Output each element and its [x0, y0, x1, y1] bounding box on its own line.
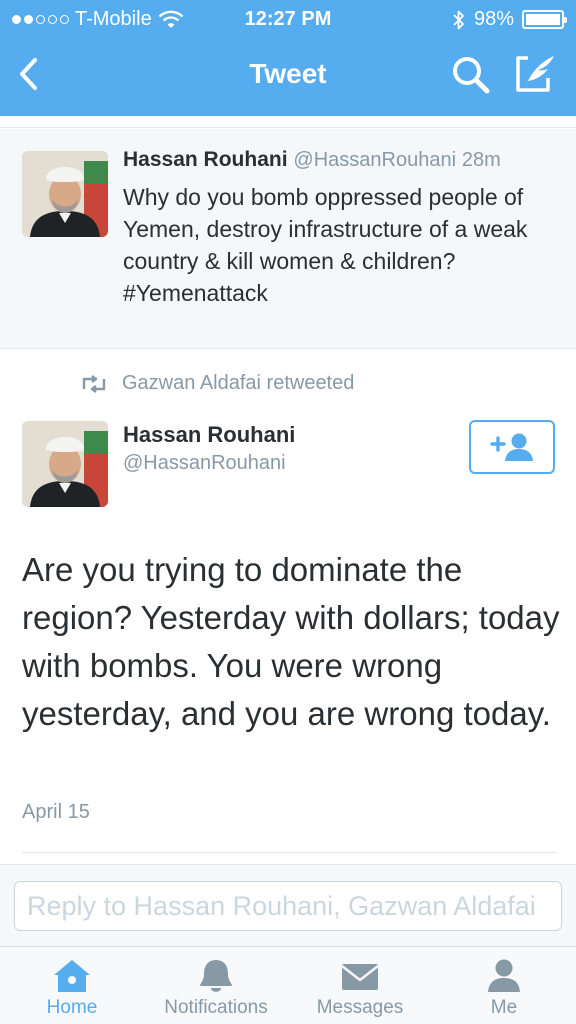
status-bar: T-Mobile 12:27 PM 98%	[0, 0, 576, 38]
reply-input[interactable]	[14, 881, 562, 931]
retweet-context: Gazwan Aldafai retweeted	[80, 372, 354, 395]
tab-label: Me	[490, 997, 518, 1018]
reply-bar	[0, 864, 576, 946]
author-name[interactable]: Hassan Rouhani	[123, 148, 288, 171]
top-bar: T-Mobile 12:27 PM 98% Tweet	[0, 0, 576, 116]
author-name[interactable]: Hassan Rouhani	[123, 422, 295, 448]
battery-percent: 98%	[473, 8, 514, 30]
search-icon[interactable]	[450, 54, 492, 96]
tweet-text: Why do you bomb oppressed people of Yeme…	[123, 184, 528, 306]
tab-label: Notifications	[164, 997, 268, 1018]
avatar[interactable]	[22, 421, 108, 507]
retweet-icon	[82, 374, 106, 393]
bell-icon	[200, 960, 232, 992]
author-handle[interactable]: @HassanRouhani	[293, 149, 456, 171]
tweet-header: Hassan Rouhani @HassanRouhani 28m	[123, 148, 501, 172]
tweet-date: April 15	[22, 801, 90, 823]
author-handle[interactable]: @HassanRouhani	[123, 452, 286, 475]
tab-label: Messages	[316, 997, 404, 1018]
tab-bar: Home Notifications Messages Me	[0, 946, 576, 1024]
avatar-portrait-image	[22, 421, 108, 507]
status-right: 98%	[452, 8, 567, 31]
tweet-text: Are you trying to dominate the region? Y…	[22, 551, 560, 732]
retweeted-by-label[interactable]: Gazwan Aldafai retweeted	[122, 372, 354, 395]
follow-button[interactable]	[469, 420, 555, 474]
home-icon	[54, 960, 90, 992]
navigation-bar: Tweet	[0, 38, 576, 116]
avatar-portrait-image	[22, 151, 108, 237]
tab-home[interactable]: Home	[0, 947, 144, 1024]
parent-tweet[interactable]: Hassan Rouhani @HassanRouhani 28m Why do…	[0, 129, 576, 349]
add-user-icon	[490, 433, 533, 461]
tab-me[interactable]: Me	[432, 947, 576, 1024]
avatar[interactable]	[22, 151, 108, 237]
divider	[22, 852, 556, 853]
bluetooth-icon	[453, 10, 464, 29]
timeline-gap	[0, 116, 576, 128]
compose-icon[interactable]	[512, 52, 558, 96]
tab-messages[interactable]: Messages	[288, 947, 432, 1024]
tab-notifications[interactable]: Notifications	[144, 947, 288, 1024]
person-icon	[488, 959, 520, 992]
envelope-icon	[341, 964, 379, 990]
tab-label: Home	[46, 997, 98, 1018]
battery-icon	[522, 10, 567, 29]
tweet-time: 28m	[461, 149, 501, 171]
